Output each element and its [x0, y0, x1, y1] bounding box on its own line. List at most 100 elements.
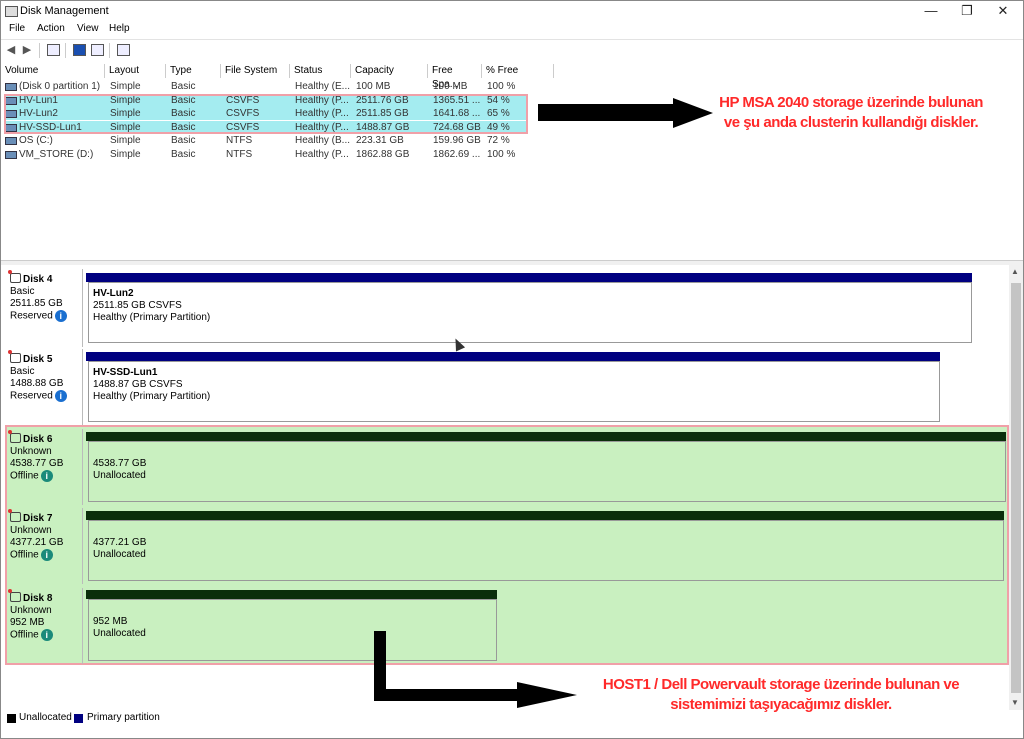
partition-size: 4377.21 GB — [93, 537, 147, 548]
view-icon[interactable] — [117, 44, 130, 56]
volume-cell-volume: (Disk 0 partition 1) — [19, 81, 101, 92]
volume-cell-pct: 72 % — [487, 135, 510, 147]
column-header-file-system[interactable]: File System — [221, 64, 290, 78]
volume-cell-free: 159.96 GB — [433, 135, 481, 147]
disk-4-state: Reserved — [10, 310, 53, 322]
partition-name: HV-Lun2 — [93, 288, 134, 299]
hp-msa-volumes-highlight — [4, 94, 528, 134]
hv-lun2-partition[interactable]: HV-Lun2 2511.85 GB CSVFS Healthy (Primar… — [88, 282, 972, 343]
volume-icon — [5, 137, 17, 146]
column-header-free-space[interactable]: Free Spa... — [428, 64, 482, 90]
disk-6-size: 4538.77 GB — [10, 458, 64, 469]
disk-6-unallocated-space[interactable]: 4538.77 GB Unallocated — [88, 441, 1006, 502]
info-icon[interactable]: i — [40, 629, 53, 641]
column-header-percent-free[interactable]: % Free — [482, 64, 554, 78]
annotation-bottom-line1: HOST1 / Dell Powervault storage üzerinde… — [602, 676, 960, 693]
partition-status: Unallocated — [93, 628, 146, 639]
column-header-layout[interactable]: Layout — [105, 64, 166, 78]
disk-icon — [8, 509, 21, 522]
disk-6-label[interactable]: Disk 6 Unknown 4538.77 GB Offline i — [5, 429, 83, 505]
disk-icon — [8, 430, 21, 443]
annotation-top-line2: ve şu anda clusterin kullandığı diskler. — [723, 114, 979, 131]
volume-cell-volume: VM_STORE (D:) — [19, 149, 94, 160]
volume-cell-free: 100 MB — [433, 81, 468, 92]
disk-8-label[interactable]: Disk 8 Unknown 952 MB Offline i — [5, 588, 83, 664]
disk-6-state: Offline — [10, 470, 39, 482]
menu-action[interactable]: Action — [37, 23, 65, 34]
toolbar-separator — [39, 43, 40, 58]
console-tree-icon[interactable] — [47, 44, 60, 56]
disk-6-name: Disk 6 — [23, 434, 53, 445]
disk-4-label[interactable]: Disk 4 Basic 2511.85 GB Reserved i — [5, 269, 83, 347]
legend-bar: Unallocated Primary partition — [1, 710, 1023, 726]
toolbar: ◀ ▶ — [1, 39, 1023, 63]
volume-cell-status: Healthy (E... — [295, 81, 351, 92]
vertical-scrollbar[interactable]: ▲ ▼ — [1009, 265, 1023, 710]
disk-icon — [8, 589, 21, 602]
disk-7-name: Disk 7 — [23, 513, 53, 524]
volume-row[interactable]: VM_STORE (D:) Simple Basic NTFS Healthy (P..… — [1, 148, 561, 161]
column-header-status[interactable]: Status — [290, 64, 351, 78]
volume-cell-pct: 100 % — [487, 81, 516, 92]
menu-view[interactable]: View — [77, 23, 99, 34]
primary-partition-bar — [86, 352, 940, 361]
arrow-right-icon[interactable]: ▶ — [21, 44, 33, 56]
annotation-top: HP MSA 2040 storage üzerinde bulunan ve … — [691, 93, 1011, 133]
maximize-button[interactable]: ❐ — [949, 1, 985, 21]
column-header-volume[interactable]: Volume — [1, 64, 105, 78]
volume-icon — [5, 83, 17, 91]
arrow-left-icon[interactable]: ◀ — [5, 44, 17, 56]
properties-icon[interactable] — [91, 44, 104, 56]
legend-primary-partition: Primary partition — [87, 712, 160, 723]
annotation-top-line1: HP MSA 2040 storage üzerinde bulunan — [719, 94, 983, 111]
disk-icon — [8, 350, 21, 363]
disk-8-name: Disk 8 — [23, 593, 53, 604]
disk-8-unallocated-space[interactable]: 952 MB Unallocated — [88, 599, 497, 661]
scroll-down-icon[interactable]: ▼ — [1011, 698, 1019, 707]
column-header-type[interactable]: Type — [166, 64, 221, 78]
title-bar: Disk Management — ❐ ✕ — [1, 1, 1023, 21]
unallocated-swatch — [7, 714, 16, 723]
disk-5-partition-area: HV-SSD-Lun1 1488.87 GB CSVFS Healthy (Pr… — [86, 352, 944, 424]
volume-cell-free: 1862.69 ... — [433, 149, 481, 160]
partition-size: 2511.85 GB CSVFS — [93, 300, 182, 311]
menu-help[interactable]: Help — [109, 23, 130, 34]
disk-4-kind: Basic — [10, 286, 35, 297]
annotation-arrow-right — [538, 104, 678, 121]
disk-8-kind: Unknown — [10, 605, 52, 616]
info-icon[interactable]: i — [54, 390, 67, 402]
column-header-capacity[interactable]: Capacity — [351, 64, 428, 78]
legend-unallocated: Unallocated — [19, 712, 72, 723]
volume-icon — [5, 151, 17, 159]
volume-cell-layout: Simple — [110, 149, 141, 160]
volume-row[interactable]: OS (C:) Simple Basic NTFS Healthy (B... 223.3… — [1, 134, 561, 147]
unallocated-bar — [86, 590, 497, 599]
menu-file[interactable]: File — [9, 23, 25, 34]
scroll-up-icon[interactable]: ▲ — [1011, 267, 1019, 276]
minimize-button[interactable]: — — [913, 1, 949, 21]
disk-7-kind: Unknown — [10, 525, 52, 536]
menu-bar: File Action View Help — [1, 21, 1023, 38]
disk-7-label[interactable]: Disk 7 Unknown 4377.21 GB Offline i — [5, 508, 83, 584]
disk-5-state: Reserved — [10, 390, 53, 402]
disk-7-unallocated-space[interactable]: 4377.21 GB Unallocated — [88, 520, 1004, 581]
disk-5-label[interactable]: Disk 5 Basic 1488.88 GB Reserved i — [5, 349, 83, 425]
info-icon[interactable]: i — [54, 310, 67, 322]
disk-6-kind: Unknown — [10, 446, 52, 457]
volume-cell-status: Healthy (B... — [295, 135, 351, 147]
disk-8-size: 952 MB — [10, 617, 45, 628]
disk-icon — [8, 270, 21, 283]
partition-size: 4538.77 GB — [93, 458, 147, 469]
info-icon[interactable]: i — [40, 549, 53, 561]
help-icon[interactable] — [73, 44, 86, 56]
disk-5-size: 1488.88 GB — [10, 378, 64, 389]
partition-status: Healthy (Primary Partition) — [93, 312, 211, 323]
info-icon[interactable]: i — [40, 470, 53, 482]
scrollbar-thumb[interactable] — [1011, 283, 1021, 693]
volume-cell-type: Basic — [171, 81, 196, 92]
disk-8-state: Offline — [10, 629, 39, 641]
partition-size: 952 MB — [93, 616, 128, 627]
volume-row[interactable]: (Disk 0 partition 1) Simple Basic Healthy (… — [1, 80, 561, 93]
hv-ssd-lun1-partition[interactable]: HV-SSD-Lun1 1488.87 GB CSVFS Healthy (Pr… — [88, 361, 940, 422]
close-button[interactable]: ✕ — [985, 1, 1021, 21]
